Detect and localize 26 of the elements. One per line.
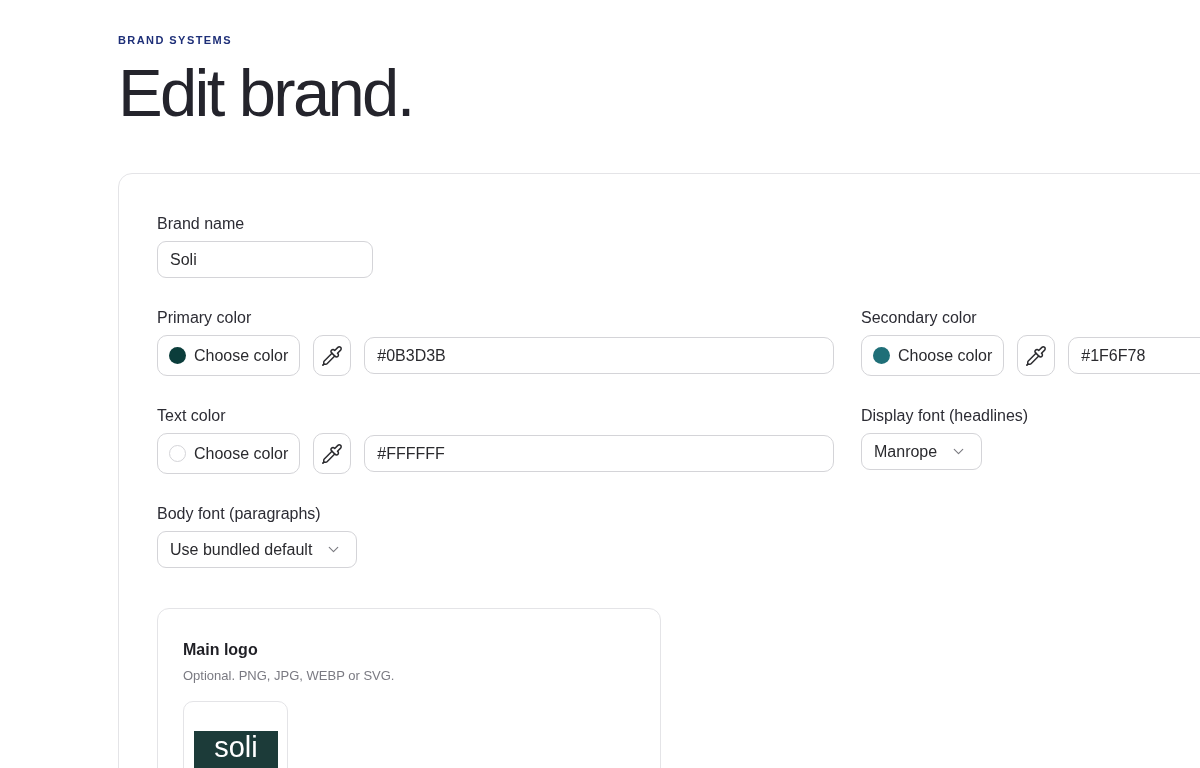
eyedropper-icon xyxy=(321,442,344,465)
font-select[interactable]: Manrope xyxy=(861,433,983,470)
field-label: Display font (headlines) xyxy=(861,406,1029,426)
field-label: Brand name xyxy=(157,214,245,234)
brand-logo: soli xyxy=(194,731,278,768)
choose-color-button[interactable]: Choose color xyxy=(157,433,301,474)
font-select[interactable]: Use bundled default xyxy=(157,531,358,568)
logo-hint: Optional. PNG, JPG, WEBP or SVG. xyxy=(183,668,395,684)
page-title: Edit brand. xyxy=(118,59,413,127)
field-label: Body font (paragraphs) xyxy=(157,504,321,524)
eyedropper-button[interactable] xyxy=(1017,335,1056,376)
field-label: Secondary color xyxy=(861,308,977,328)
logo-title: Main logo xyxy=(183,640,258,660)
choose-color-button[interactable]: Choose color xyxy=(157,335,301,376)
hex-input[interactable]: #FFFFFF xyxy=(364,435,834,472)
eyedropper-button[interactable] xyxy=(313,335,352,376)
eyedropper-button[interactable] xyxy=(313,433,352,474)
eyedropper-icon xyxy=(321,344,344,367)
choose-color-button[interactable]: Choose color xyxy=(861,335,1005,376)
eyedropper-icon xyxy=(1025,344,1048,367)
text-input[interactable]: Soli xyxy=(157,241,373,278)
hex-input[interactable]: #0B3D3B xyxy=(364,337,834,374)
hex-input[interactable]: #1F6F78 xyxy=(1068,337,1200,374)
field-label: Primary color xyxy=(157,308,252,328)
section-eyebrow: BRAND SYSTEMS xyxy=(118,33,232,47)
field-label: Text color xyxy=(157,406,226,426)
